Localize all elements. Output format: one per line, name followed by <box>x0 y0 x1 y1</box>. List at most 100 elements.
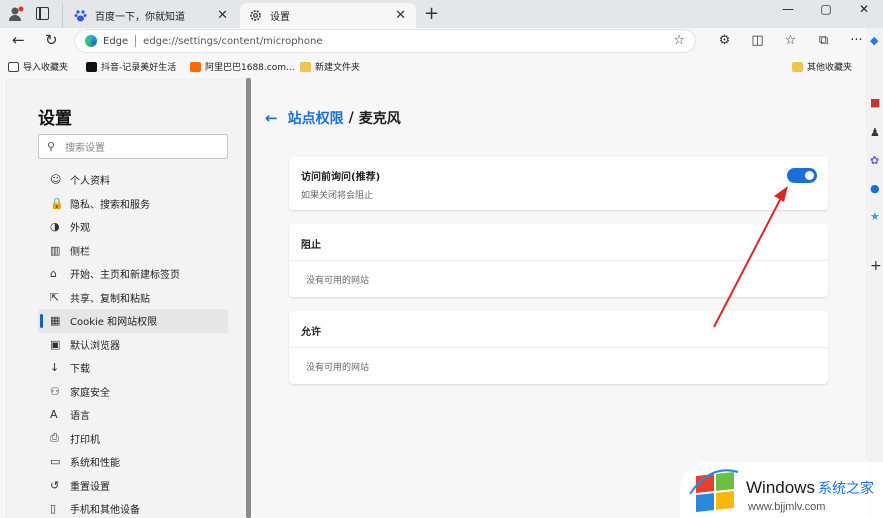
favorite-import[interactable]: 导入收藏夹 <box>8 60 68 73</box>
sidebar-item-label: 系统和性能 <box>70 458 120 470</box>
extensions-icon[interactable]: ⚙ <box>708 33 741 48</box>
sidebar-icon: ▥ <box>50 243 61 257</box>
ask-before-access-card: 访问前询问(推荐) 如果关闭将会阻止 <box>289 157 828 210</box>
refresh-icon[interactable]: ↻ <box>45 31 58 49</box>
import-icon <box>8 61 19 72</box>
sidebar-item-reset[interactable]: ↺ 重置设置 <box>38 474 228 498</box>
sidebar-item-share[interactable]: ⇱ 共享、复制和粘贴 <box>38 286 228 310</box>
close-tab-icon[interactable]: ✕ <box>395 8 406 23</box>
watermark-brand: Windows <box>746 478 815 497</box>
sidebar-item-languages[interactable]: A 语言 <box>38 403 228 427</box>
designer-icon[interactable]: ★ <box>870 210 880 223</box>
toolbar: ← ↻ Edge edge://settings/content/microph… <box>0 28 883 54</box>
watermark-url: www.bjjmlv.com <box>747 501 825 513</box>
sidebar-item-appearance[interactable]: ◑ 外观 <box>38 215 228 239</box>
shopping-icon[interactable]: ■ <box>870 96 880 109</box>
favorites-icon[interactable]: ☆ <box>774 33 807 48</box>
douyin-icon <box>86 61 97 72</box>
download-icon: ↓ <box>50 361 60 375</box>
back-arrow-icon[interactable]: ← <box>265 109 278 127</box>
settings-menu: ☺ 个人资料 🔒 隐私、搜索和服务 ◑ 外观 ▥ 侧栏 ⌂ 开始、主页和新建标签页 ⇱ 共享… <box>38 168 228 518</box>
outlook-icon[interactable]: ● <box>870 182 880 195</box>
copilot-icon[interactable]: ◆ <box>870 34 878 47</box>
collections-icon[interactable]: ⧉ <box>807 33 840 48</box>
system-icon: ▭ <box>50 455 61 469</box>
favorite-douyin[interactable]: 抖音-记录美好生活 <box>86 60 176 73</box>
tools-icon[interactable]: ✿ <box>870 154 879 167</box>
sidebar-item-cookies[interactable]: ▦ Cookie 和网站权限 <box>38 309 228 333</box>
gear-icon <box>248 9 262 23</box>
toolbar-icons: ⚙ ◫ ☆ ⧉ ··· <box>708 33 873 48</box>
allow-card: 允许 没有可用的网站 <box>289 311 828 384</box>
games-icon[interactable]: ♟ <box>870 126 880 139</box>
page-title: 设置 <box>38 109 72 129</box>
baidu-favicon-icon <box>73 9 87 23</box>
tab-settings[interactable]: 设置 ✕ <box>240 3 416 28</box>
tab-title: 百度一下，你就知道 <box>95 12 185 23</box>
sidebar-item-label: 外观 <box>70 223 90 235</box>
breadcrumb: ← 站点权限 / 麦克风 <box>265 108 401 128</box>
sidebar-item-label: 手机和其他设备 <box>70 505 140 517</box>
sidebar-item-label: 打印机 <box>70 434 100 446</box>
favorite-label: 其他收藏夹 <box>807 63 853 73</box>
ask-before-access-title: 访问前询问(推荐) <box>301 172 381 183</box>
sidebar-item-family[interactable]: ⚇ 家庭安全 <box>38 380 228 404</box>
favorite-label: 新建文件夹 <box>315 63 361 73</box>
block-title: 阻止 <box>301 240 321 251</box>
block-card: 阻止 没有可用的网站 <box>289 224 828 297</box>
split-screen-icon[interactable]: ◫ <box>741 33 774 48</box>
sidebar-scrollbar[interactable] <box>246 78 251 518</box>
close-window-button[interactable]: ✕ <box>845 0 883 22</box>
language-icon: A <box>50 408 58 422</box>
favorite-other[interactable]: 其他收藏夹 <box>792 60 852 73</box>
lock-icon: 🔒 <box>50 196 64 210</box>
add-icon[interactable]: + <box>870 258 882 274</box>
cookie-icon: ▦ <box>50 314 61 328</box>
sidebar-item-privacy[interactable]: 🔒 隐私、搜索和服务 <box>38 192 228 216</box>
search-input[interactable]: ⚲ 搜索设置 <box>38 134 228 159</box>
address-bar[interactable]: Edge edge://settings/content/microphone … <box>74 29 696 53</box>
minimize-button[interactable]: — <box>769 0 807 22</box>
sidebar-item-phone[interactable]: ▯ 手机和其他设备 <box>38 497 228 518</box>
profile-icon[interactable] <box>8 6 24 22</box>
breadcrumb-site-permissions[interactable]: 站点权限 <box>288 108 344 128</box>
allow-empty-text: 没有可用的网站 <box>306 363 370 373</box>
sidebar-item-profile[interactable]: ☺ 个人资料 <box>38 168 228 192</box>
profile-icon: ☺ <box>50 173 62 187</box>
close-tab-icon[interactable]: ✕ <box>217 8 228 23</box>
sidebar-item-start-home[interactable]: ⌂ 开始、主页和新建标签页 <box>38 262 228 286</box>
sidebar-item-sidebar[interactable]: ▥ 侧栏 <box>38 239 228 263</box>
windows-logo-icon: Windows 系统之家 www.bjjmlv.com <box>689 469 874 513</box>
tab-baidu[interactable]: 百度一下，你就知道 ✕ <box>62 3 238 28</box>
share-icon: ⇱ <box>50 290 60 304</box>
address-url[interactable]: edge://settings/content/microphone <box>143 36 322 47</box>
sidebar-item-label: 开始、主页和新建标签页 <box>70 270 180 282</box>
maximize-button[interactable]: ▢ <box>807 0 845 22</box>
edge-logo-icon <box>85 35 97 47</box>
window-controls: — ▢ ✕ <box>769 0 883 22</box>
sidebar-item-downloads[interactable]: ↓ 下载 <box>38 356 228 380</box>
new-tab-button[interactable]: + <box>424 3 439 24</box>
favorite-star-icon[interactable]: ☆ <box>673 33 685 48</box>
sidebar-item-label: 侧栏 <box>70 246 90 258</box>
family-icon: ⚇ <box>50 384 60 398</box>
sidebar-item-label: 下载 <box>70 364 90 376</box>
ask-before-access-toggle[interactable] <box>787 168 817 183</box>
appearance-icon: ◑ <box>50 220 60 234</box>
search-placeholder: 搜索设置 <box>65 143 106 154</box>
favorite-new-folder[interactable]: 新建文件夹 <box>300 60 360 73</box>
reset-icon: ↺ <box>50 478 60 492</box>
tab-strip: 百度一下，你就知道 ✕ 设置 ✕ + — ▢ ✕ <box>0 0 883 28</box>
sidebar-item-label: 隐私、搜索和服务 <box>70 199 150 211</box>
sidebar-item-printers[interactable]: ⎙ 打印机 <box>38 427 228 451</box>
breadcrumb-current: 麦克风 <box>358 111 401 127</box>
sidebar-item-label: 共享、复制和粘贴 <box>70 293 150 305</box>
tab-actions-icon[interactable] <box>36 7 49 20</box>
sidebar-item-default-browser[interactable]: ▣ 默认浏览器 <box>38 333 228 357</box>
browser-icon: ▣ <box>50 337 61 351</box>
sidebar-item-system[interactable]: ▭ 系统和性能 <box>38 450 228 474</box>
favorite-label: 阿里巴巴1688.com... <box>205 63 295 73</box>
sidebar-item-label: 个人资料 <box>70 176 110 188</box>
back-icon[interactable]: ← <box>12 31 25 49</box>
favorite-1688[interactable]: 阿里巴巴1688.com... <box>190 60 295 73</box>
